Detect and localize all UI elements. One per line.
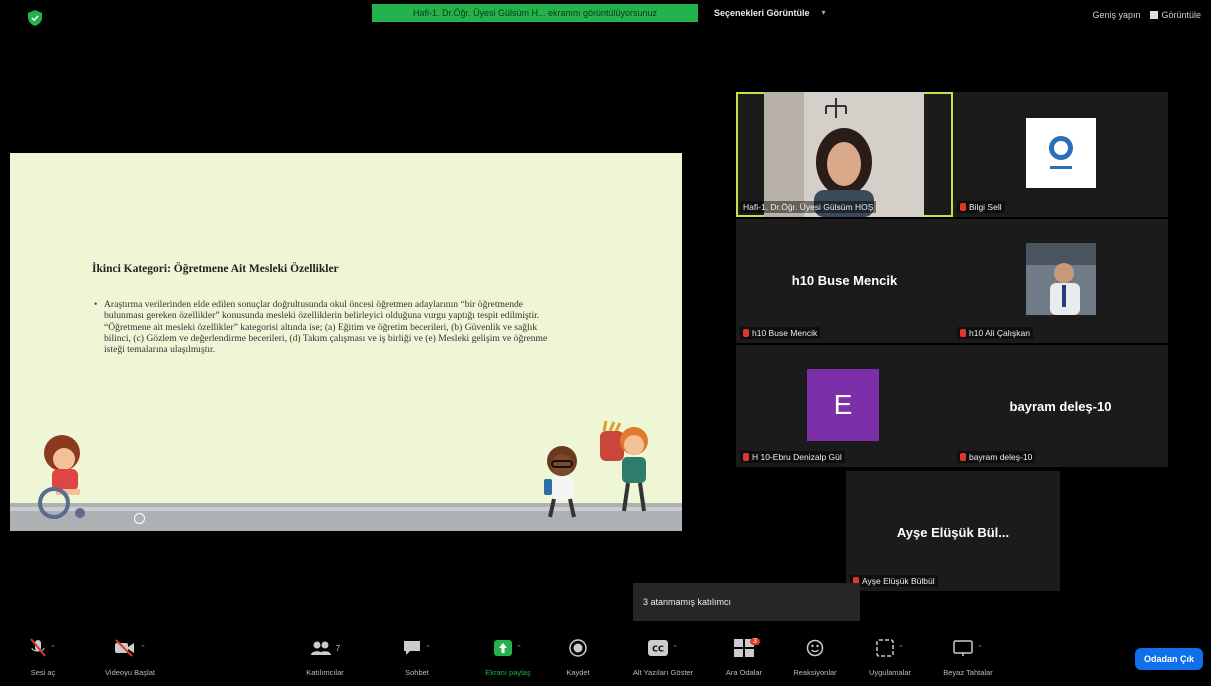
muted-microphone-icon bbox=[30, 638, 46, 657]
bullet-icon: • bbox=[94, 299, 98, 310]
chevron-up-icon[interactable]: ⌃ bbox=[516, 644, 522, 652]
shared-screen: İkinci Kategori: Öğretmene Ait Mesleki Ö… bbox=[10, 153, 682, 531]
chevron-up-icon[interactable]: ⌃ bbox=[672, 644, 678, 652]
participant-tile[interactable]: Ayşe Elüşük Bül... Ayşe Elüşük Bülbül bbox=[846, 471, 1060, 591]
chat-button[interactable]: ⌃ Sohbet bbox=[382, 638, 452, 677]
slide-body-text: Araştırma verilerinden elde edilen sonuç… bbox=[104, 299, 548, 356]
start-video-label: Videoyu Başlat bbox=[105, 668, 155, 677]
view-options-label: Seçenekleri Görüntüle bbox=[714, 8, 810, 18]
meeting-toolbar: ⌃ Sesi aç ⌃ Videoyu Başlat 7 Katılımcıla… bbox=[0, 628, 1211, 686]
child-with-glasses-illustration bbox=[544, 446, 577, 518]
smiley-reaction-icon bbox=[806, 639, 824, 657]
share-screen-button[interactable]: ⌃ Ekranı paylaş bbox=[468, 638, 548, 677]
share-screen-label: Ekranı paylaş bbox=[485, 668, 531, 677]
record-label: Kaydet bbox=[566, 668, 590, 677]
participant-profile-photo bbox=[1026, 243, 1096, 315]
child-with-backpack-illustration bbox=[600, 421, 648, 512]
participant-name-label: bayram deleş-10 bbox=[957, 451, 1036, 463]
participant-tile[interactable]: E H 10-Ebru Denizalp Gül bbox=[736, 345, 953, 467]
svg-text:CC: CC bbox=[652, 645, 664, 654]
breakout-badge: 3 bbox=[750, 638, 760, 645]
participant-display-name: bayram deleş-10 bbox=[1009, 399, 1112, 414]
participant-tile[interactable]: h10 Buse Mencik h10 Buse Mencik bbox=[736, 219, 953, 343]
share-screen-icon bbox=[494, 640, 513, 656]
view-button[interactable]: Görüntüle bbox=[1150, 10, 1201, 20]
unmute-label: Sesi aç bbox=[30, 668, 56, 677]
reactions-label: Reaksiyonlar bbox=[793, 668, 837, 677]
whiteboard-icon bbox=[953, 639, 973, 656]
whiteboards-button[interactable]: ⌃ Beyaz Tahtalar bbox=[928, 638, 1008, 677]
participant-name-label: Bilgi Sell bbox=[957, 201, 1005, 213]
chevron-down-icon: ▾ bbox=[821, 8, 826, 17]
breakout-rooms-label: Ara Odalar bbox=[725, 668, 763, 677]
view-button-label: Görüntüle bbox=[1161, 10, 1201, 20]
captions-button[interactable]: CC ⌃ Alt Yazıları Göster bbox=[618, 638, 708, 677]
captions-label: Alt Yazıları Göster bbox=[632, 668, 694, 677]
muted-mic-icon bbox=[960, 203, 966, 211]
university-logo bbox=[1026, 118, 1096, 188]
chevron-up-icon[interactable]: ⌃ bbox=[50, 644, 56, 652]
slide-title: İkinci Kategori: Öğretmene Ait Mesleki Ö… bbox=[92, 263, 339, 275]
participants-label: Katılımcılar bbox=[306, 668, 344, 677]
closed-captions-icon: CC bbox=[648, 640, 669, 656]
slide-navigation-arrow[interactable] bbox=[134, 513, 145, 524]
participant-name-label: h10 Buse Mencik bbox=[740, 327, 821, 339]
participant-avatar: E bbox=[807, 369, 879, 441]
participants-count: 7 bbox=[335, 643, 341, 653]
slide-body: • Araştırma verilerinden elde edilen son… bbox=[94, 299, 562, 356]
participant-display-name: h10 Buse Mencik bbox=[791, 273, 898, 288]
participant-display-name: Ayşe Elüşük Bül... bbox=[896, 525, 1010, 540]
chevron-up-icon[interactable]: ⌃ bbox=[977, 644, 983, 652]
exit-fullscreen-button[interactable]: Geniş yapın bbox=[1092, 10, 1140, 20]
muted-mic-icon bbox=[960, 453, 966, 461]
start-video-button[interactable]: ⌃ Videoyu Başlat bbox=[90, 638, 170, 677]
screen-share-banner: Hafi-1. Dr.Öğr. Üyesi Gülsüm H... ekranı… bbox=[372, 4, 698, 22]
record-icon bbox=[569, 639, 587, 657]
participants-icon bbox=[310, 641, 331, 655]
apps-icon bbox=[876, 639, 894, 657]
unassigned-participants-tooltip: 3 atanmamış katılımcı bbox=[633, 583, 860, 621]
encryption-shield-icon[interactable] bbox=[28, 10, 42, 26]
chat-label: Sohbet bbox=[405, 668, 429, 677]
breakout-rooms-button[interactable]: 3 Ara Odalar bbox=[712, 638, 776, 677]
muted-mic-icon bbox=[743, 453, 749, 461]
record-button[interactable]: Kaydet bbox=[548, 638, 608, 677]
leave-room-button[interactable]: Odadan Çık bbox=[1135, 648, 1203, 670]
participants-button[interactable]: 7 Katılımcılar bbox=[290, 638, 360, 677]
video-off-icon bbox=[115, 639, 135, 657]
reactions-button[interactable]: Reaksiyonlar bbox=[780, 638, 850, 677]
participant-name-label: Ayşe Elüşük Bülbül bbox=[850, 575, 938, 587]
host-video-feed bbox=[764, 92, 924, 217]
participant-name-label: h10 Ali Çalışkan bbox=[957, 327, 1033, 339]
participant-tile[interactable]: Bilgi Sell bbox=[953, 92, 1168, 217]
apps-button[interactable]: ⌃ Uygulamalar bbox=[852, 638, 928, 677]
participant-name-label: Hafi-1. Dr.Öğr. Üyesi Gülsüm HOŞ bbox=[740, 201, 877, 213]
whiteboards-label: Beyaz Tahtalar bbox=[943, 668, 993, 677]
grid-view-icon bbox=[1150, 11, 1159, 19]
participant-name-label: H 10-Ebru Denizalp Gül bbox=[740, 451, 845, 463]
chevron-up-icon[interactable]: ⌃ bbox=[898, 644, 904, 652]
chevron-up-icon[interactable]: ⌃ bbox=[425, 644, 431, 652]
chat-bubble-icon bbox=[404, 641, 421, 655]
participant-tile[interactable]: h10 Ali Çalışkan bbox=[953, 219, 1168, 343]
apps-label: Uygulamalar bbox=[868, 668, 912, 677]
muted-mic-icon bbox=[743, 329, 749, 337]
wheelchair-child-illustration bbox=[38, 435, 85, 519]
view-options-dropdown[interactable]: Seçenekleri Görüntüle ▾ bbox=[714, 4, 826, 22]
participant-tile-host[interactable]: Hafi-1. Dr.Öğr. Üyesi Gülsüm HOŞ bbox=[736, 92, 953, 217]
chevron-up-icon[interactable]: ⌃ bbox=[140, 644, 146, 652]
muted-mic-icon bbox=[960, 329, 966, 337]
participant-tile[interactable]: bayram deleş-10 bayram deleş-10 bbox=[953, 345, 1168, 467]
unmute-button[interactable]: ⌃ Sesi aç bbox=[8, 638, 78, 677]
